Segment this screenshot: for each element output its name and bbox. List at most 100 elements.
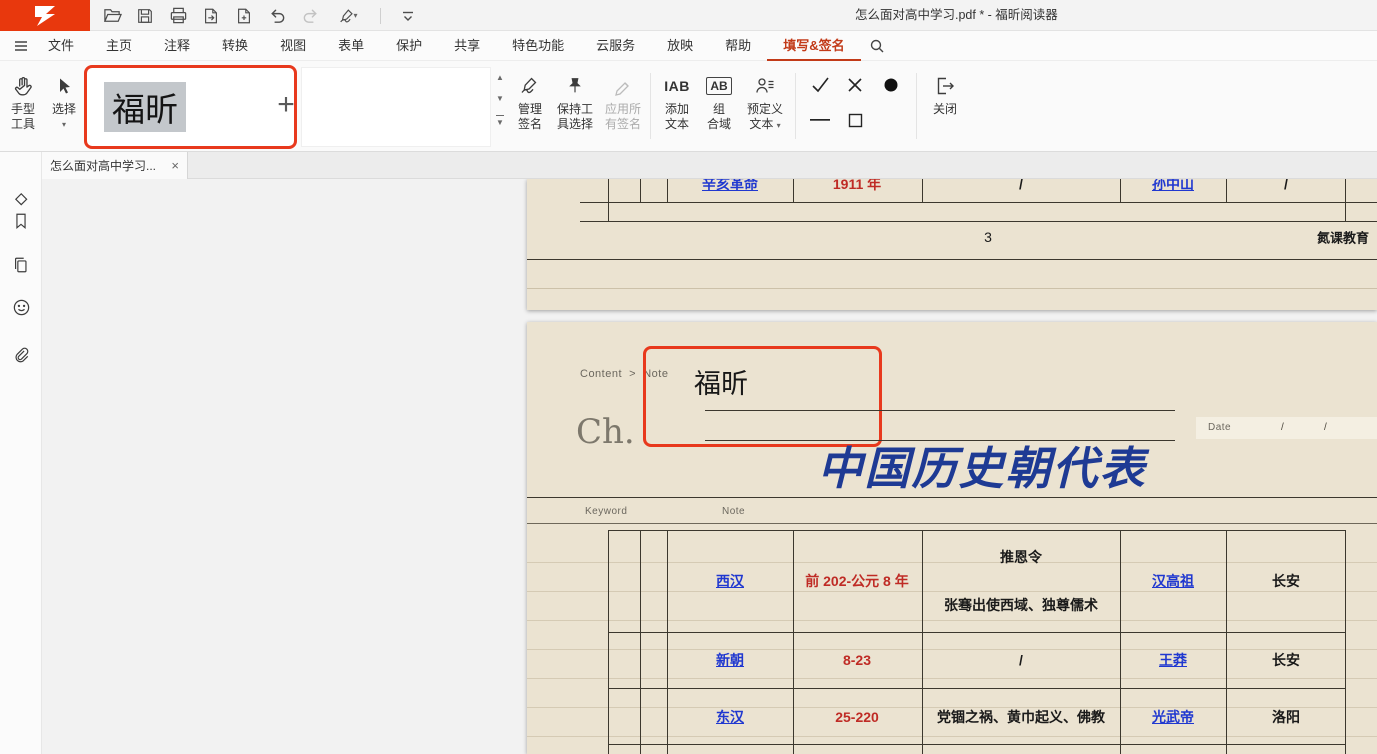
stamp-dot-button[interactable] [877,71,905,99]
founder-link[interactable]: 汉高祖 [1152,571,1194,591]
annotation-icon [12,190,30,208]
comments-panel-button[interactable] [10,296,32,318]
stamp-line-button[interactable] [806,106,834,134]
pdf-page-1: 辛亥革命 1911 年 / 孙中山 / 3 氮课教育 [527,179,1377,310]
cursor-icon [54,69,74,102]
tab-features[interactable]: 特色功能 [496,31,580,61]
select-tool-button[interactable]: 选择 ▾ [44,69,84,132]
tab-present[interactable]: 放映 [651,31,709,61]
keep-tool-selected-button[interactable]: 保持工 具选择 [551,69,599,132]
signature-gallery-scroll: ▲ ▼ ▼ [492,73,508,127]
dynasty-capital: 长安 [1272,571,1300,591]
hamburger-menu-icon[interactable] [10,31,32,61]
tab-comment[interactable]: 注释 [148,31,206,61]
add-text-label: 添加 [665,102,689,117]
brand-text: 氮课教育 [1317,228,1369,247]
placed-signature-text: 福昕 [694,362,748,401]
signature-gallery-selected[interactable]: 福昕 + [84,65,297,149]
redo-icon [301,6,320,25]
document-add-icon [235,7,253,25]
founder-link[interactable]: 光武帝 [1152,707,1194,727]
attachments-panel-button[interactable] [10,344,32,366]
annotation-panel-button[interactable] [10,188,32,210]
add-text-button[interactable]: IAB 添加 文本 [654,69,700,132]
scroll-down-icon[interactable]: ▼ [496,94,504,103]
keyword-header: Keyword [585,506,627,517]
tab-fill-sign[interactable]: 填写&签名 [767,31,860,61]
check-icon [809,74,831,96]
stamp-check-button[interactable] [806,71,834,99]
menu-file[interactable]: 文件 [32,31,90,61]
foxit-logo[interactable] [0,0,90,31]
toolbar-divider [380,8,381,24]
history-link[interactable]: 辛亥革命 [702,179,758,194]
history-person-link[interactable]: 孙中山 [1152,179,1194,194]
hand-tool-label-2: 工具 [11,117,35,132]
redo-button[interactable] [300,6,320,26]
close-fill-sign-button[interactable]: 关闭 [921,69,969,117]
document-area[interactable]: 辛亥革命 1911 年 / 孙中山 / 3 氮课教育 Content > Not… [42,179,1377,754]
quick-access-toolbar: ▾ [102,0,418,31]
search-icon[interactable] [865,31,889,61]
tab-form[interactable]: 表单 [322,31,380,61]
chevron-down-icon: ▾ [353,11,357,20]
tab-cloud[interactable]: 云服务 [580,31,651,61]
date-slash: / [1324,422,1327,433]
founder-link[interactable]: 王莽 [1159,650,1187,670]
new-document-button[interactable] [234,6,254,26]
tab-close-icon[interactable]: × [171,158,179,173]
dynasty-capital: 洛阳 [1272,707,1300,727]
predefined-text-button[interactable]: 预定义 文本 ▾ [739,69,791,133]
dynasty-note: / [1019,652,1023,668]
date-slash: / [1281,422,1284,433]
navigation-sidebar [0,152,42,754]
print-button[interactable] [168,6,188,26]
combine-field-button[interactable]: AB 组 合域 [697,69,741,132]
save-button[interactable] [135,6,155,26]
save-icon [136,7,154,25]
hand-icon [12,69,34,102]
tab-help[interactable]: 帮助 [709,31,767,61]
predefined-text-label: 预定义 [747,102,783,117]
document-tab[interactable]: 怎么面对高中学习... × [42,152,188,179]
hand-tool-label: 手型 [11,102,35,117]
window-title: 怎么面对高中学习.pdf * - 福昕阅读器 [855,0,1058,31]
pages-icon [12,256,30,274]
tab-view[interactable]: 视图 [264,31,322,61]
ribbon-divider [650,73,651,139]
chevron-down-icon: ▾ [62,117,66,132]
hand-tool-button[interactable]: 手型 工具 [2,69,44,132]
stamp-cross-button[interactable] [841,71,869,99]
signature-gallery-next[interactable] [301,67,491,147]
stamp-square-button[interactable] [841,106,869,134]
undo-icon [268,6,287,25]
tab-share[interactable]: 共享 [438,31,496,61]
pages-panel-button[interactable] [10,254,32,276]
tab-convert[interactable]: 转换 [206,31,264,61]
page-main-title: 中国历史朝代表 [757,432,1207,497]
export-document-button[interactable] [201,6,221,26]
quick-sign-button[interactable]: ▾ [333,6,363,26]
manage-signature-button[interactable]: 管理 签名 [507,69,553,132]
write-line [705,410,1175,411]
customize-chevron-icon [400,8,416,24]
tab-protect[interactable]: 保护 [380,31,438,61]
customize-toolbar-button[interactable] [398,6,418,26]
add-signature-button[interactable]: + [274,88,298,122]
add-text-label-2: 文本 [665,117,689,132]
undo-button[interactable] [267,6,287,26]
dynasty-link[interactable]: 西汉 [716,571,744,591]
pen-disabled-icon [613,69,633,102]
pdf-page-2: Content > Note 福昕 Ch. Date / / 中国历史朝代表 K… [527,322,1377,754]
scroll-up-icon[interactable]: ▲ [496,73,504,82]
tab-home[interactable]: 主页 [90,31,148,61]
cross-icon [846,76,864,94]
dynasty-link[interactable]: 东汉 [716,707,744,727]
apply-all-signatures-button[interactable]: 应用所 有签名 [599,69,647,132]
open-file-button[interactable] [102,6,122,26]
gallery-expand-icon[interactable]: ▼ [496,115,504,127]
folder-open-icon [103,6,122,25]
dynasty-link[interactable]: 新朝 [716,650,744,670]
bookmarks-panel-button[interactable] [10,210,32,232]
combine-field-label-2: 合域 [707,117,731,132]
